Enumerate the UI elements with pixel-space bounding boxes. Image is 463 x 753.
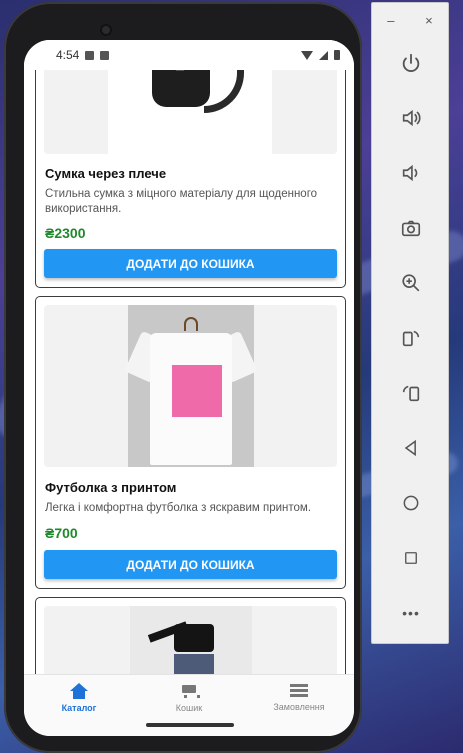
- product-title: Сумка через плече: [45, 166, 167, 181]
- nav-catalog[interactable]: Каталог: [24, 675, 134, 736]
- add-to-cart-button[interactable]: ДОДАТИ ДО КОШИКА: [44, 550, 337, 579]
- notification-icon: [85, 50, 95, 60]
- signal-icon: [319, 50, 328, 60]
- power-icon: [402, 53, 420, 72]
- volume-up-icon: [402, 109, 421, 127]
- back-button[interactable]: [396, 433, 426, 463]
- overview-icon: [405, 552, 417, 564]
- screenshot-button[interactable]: [396, 213, 426, 243]
- volume-down-button[interactable]: [396, 158, 426, 188]
- product-card: [35, 597, 346, 674]
- product-price: ₴700: [45, 525, 78, 541]
- status-bar: 4:54: [24, 40, 354, 70]
- volume-down-icon: [402, 164, 418, 182]
- list-icon: [290, 684, 308, 698]
- volume-up-button[interactable]: [396, 103, 426, 133]
- nav-label: Кошик: [175, 703, 203, 713]
- more-button[interactable]: •••: [396, 598, 426, 628]
- product-title: Футболка з принтом: [45, 480, 177, 495]
- rotate-right-button[interactable]: [396, 378, 426, 408]
- product-price: ₴2300: [45, 225, 86, 241]
- minimize-button[interactable]: –: [387, 13, 394, 28]
- phone-frame: 4:54 Сумка через плече Стильна сумка з м…: [4, 2, 362, 753]
- product-image: [44, 606, 337, 674]
- back-icon: [404, 439, 416, 457]
- nav-orders[interactable]: Замовлення: [244, 675, 354, 736]
- cart-icon: [180, 683, 200, 699]
- add-to-cart-button[interactable]: ДОДАТИ ДО КОШИКА: [44, 249, 337, 278]
- nav-label: Замовлення: [273, 702, 325, 712]
- catalog-list[interactable]: Сумка через плече Стильна сумка з міцног…: [24, 40, 354, 674]
- camera-icon: [401, 220, 421, 237]
- product-card: Футболка з принтом Легка і комфортна фут…: [35, 296, 346, 589]
- wifi-icon: [301, 50, 313, 60]
- front-camera: [100, 24, 112, 36]
- product-image: [44, 305, 337, 467]
- hanger-illustration: [184, 317, 198, 331]
- close-button[interactable]: ×: [425, 13, 433, 28]
- rotate-right-icon: [402, 385, 420, 402]
- more-icon: •••: [402, 605, 420, 621]
- product-description: Легка і комфортна футболка з яскравим пр…: [45, 502, 312, 514]
- model-illustration: [174, 624, 214, 652]
- rotate-left-icon: [402, 330, 420, 347]
- emulator-toolbar: – × •••: [371, 2, 449, 644]
- status-time: 4:54: [56, 48, 80, 62]
- phone-screen: 4:54 Сумка через плече Стильна сумка з м…: [24, 40, 354, 736]
- home-circle-icon: [403, 495, 419, 511]
- home-indicator[interactable]: [146, 723, 234, 727]
- zoom-button[interactable]: [396, 268, 426, 298]
- tshirt-print: [172, 365, 222, 417]
- sd-card-icon: [100, 50, 110, 60]
- home-button[interactable]: [396, 488, 426, 518]
- overview-button[interactable]: [396, 543, 426, 573]
- rotate-left-button[interactable]: [396, 323, 426, 353]
- home-icon: [70, 683, 88, 699]
- product-card: Сумка через плече Стильна сумка з міцног…: [35, 40, 346, 288]
- zoom-icon: [402, 274, 420, 292]
- power-button[interactable]: [396, 48, 426, 78]
- battery-icon: [334, 50, 340, 60]
- product-description: Стильна сумка з міцного матеріалу для що…: [45, 188, 318, 215]
- nav-label: Каталог: [61, 703, 97, 713]
